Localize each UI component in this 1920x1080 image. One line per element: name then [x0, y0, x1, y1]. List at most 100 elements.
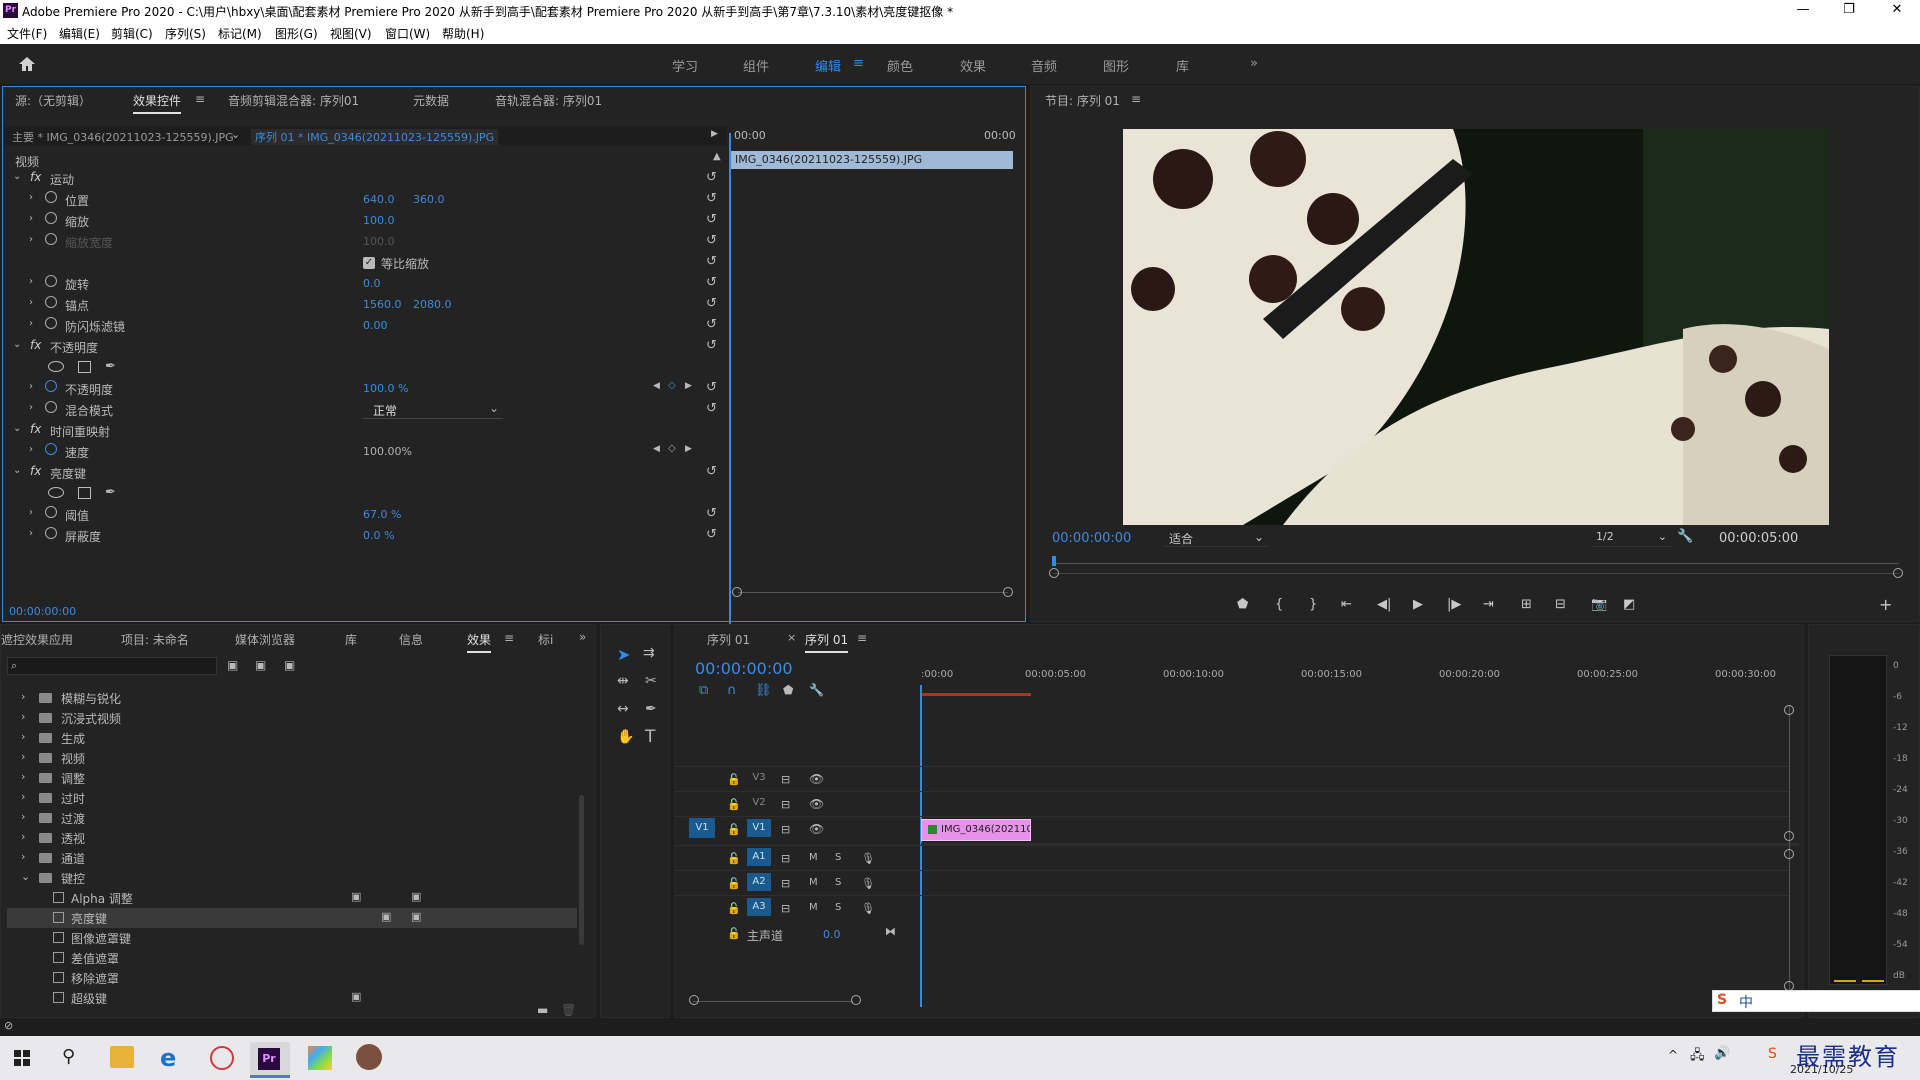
- track-label-a1[interactable]: A1: [747, 848, 771, 866]
- mark-out-icon[interactable]: }: [1309, 597, 1317, 612]
- mini-timeline-ruler[interactable]: 00:00 00:00: [728, 127, 1023, 145]
- menu-marker[interactable]: 标记(M): [218, 25, 262, 42]
- slip-tool-icon[interactable]: ↔: [617, 701, 629, 717]
- workspace-assembly[interactable]: 组件: [743, 56, 769, 75]
- effect-controls-timecode[interactable]: 00:00:00:00: [9, 605, 76, 618]
- vscroll-handle[interactable]: [1784, 849, 1794, 859]
- sync-lock-icon[interactable]: ⊟: [781, 877, 790, 890]
- track-label-v2[interactable]: V2: [747, 794, 771, 812]
- eye-icon[interactable]: 👁: [809, 772, 824, 786]
- stopwatch-icon[interactable]: [45, 317, 57, 329]
- tab-audio-track-mixer[interactable]: 音轨混合器: 序列01: [495, 92, 602, 109]
- reset-icon[interactable]: ↺: [706, 506, 717, 521]
- param-value[interactable]: 100.0 %: [363, 382, 408, 395]
- zoom-handle-left[interactable]: [1049, 568, 1059, 578]
- search-icon[interactable]: ⚲: [62, 1046, 75, 1067]
- windows-start-icon[interactable]: [14, 1050, 30, 1066]
- workspace-libraries[interactable]: 库: [1176, 56, 1189, 75]
- workspace-effects[interactable]: 效果: [960, 56, 986, 75]
- sync-lock-icon[interactable]: ⊟: [781, 852, 790, 865]
- prev-keyframe-icon[interactable]: ◀: [653, 444, 660, 454]
- reset-icon[interactable]: ↺: [706, 296, 717, 311]
- fx-icon[interactable]: fx: [30, 170, 41, 184]
- effect-folder[interactable]: › 模糊与锐化: [1, 688, 571, 708]
- stopwatch-icon[interactable]: [45, 443, 57, 455]
- menu-sequence[interactable]: 序列(S): [165, 25, 206, 42]
- fit-select[interactable]: 适合 ⌄: [1164, 529, 1268, 547]
- minimize-button[interactable]: —: [1780, 0, 1826, 22]
- chevron-down-icon[interactable]: ⌄: [231, 128, 240, 141]
- effect-folder[interactable]: › 透视: [1, 828, 571, 848]
- lock-icon[interactable]: 🔓: [727, 927, 741, 940]
- stopwatch-icon[interactable]: [45, 506, 57, 518]
- avatar[interactable]: [356, 1044, 382, 1070]
- program-video-frame[interactable]: [1123, 129, 1829, 525]
- reset-icon[interactable]: ↺: [706, 401, 717, 416]
- param-value[interactable]: 100.0: [363, 235, 395, 248]
- zoom-handle-left[interactable]: [732, 587, 742, 597]
- gallery-app-icon[interactable]: [308, 1046, 332, 1070]
- tab-project[interactable]: 项目: 未命名: [121, 631, 189, 648]
- param-value[interactable]: 0.00: [363, 319, 388, 332]
- track-label-v3[interactable]: V3: [747, 769, 771, 787]
- tab-menu-icon[interactable]: ≡: [857, 631, 867, 645]
- ellipse-mask-icon[interactable]: [48, 361, 64, 372]
- master-volume-value[interactable]: 0.0: [823, 928, 841, 941]
- prev-keyframe-icon[interactable]: ◀: [653, 381, 660, 391]
- voiceover-mic-icon[interactable]: 🎙: [861, 852, 875, 865]
- timeline-clip[interactable]: IMG_0346(20211023-12: [921, 819, 1031, 841]
- stopwatch-icon[interactable]: [45, 380, 57, 392]
- lock-icon[interactable]: 🔓: [727, 902, 741, 915]
- vscroll-handle[interactable]: [1784, 705, 1794, 715]
- disclosure-icon[interactable]: ⌄: [13, 465, 21, 476]
- home-icon[interactable]: [18, 55, 36, 73]
- razor-tool-icon[interactable]: ✂: [645, 673, 657, 689]
- solo-button[interactable]: S: [835, 902, 841, 913]
- timeline-timecode[interactable]: 00:00:00:00: [695, 659, 793, 678]
- disclosure-icon[interactable]: ›: [29, 507, 33, 518]
- disclosure-icon[interactable]: ›: [29, 402, 33, 413]
- 32bit-effects-icon[interactable]: ▣: [255, 658, 266, 672]
- tab-effect-controls[interactable]: 效果控件: [133, 92, 182, 114]
- disclosure-icon[interactable]: ›: [29, 276, 33, 287]
- effect-folder[interactable]: › 沉浸式视频: [1, 708, 571, 728]
- pen-tool-icon[interactable]: ✒: [645, 701, 657, 717]
- param-value[interactable]: 640.0: [363, 193, 395, 206]
- fx-icon[interactable]: fx: [30, 338, 41, 352]
- go-to-in-icon[interactable]: ⇤: [1341, 597, 1352, 612]
- master-clip-label[interactable]: 主要 * IMG_0346(20211023-125559).JPG: [12, 129, 234, 145]
- work-area-bar[interactable]: [921, 693, 1031, 696]
- pen-mask-icon[interactable]: ✒: [105, 485, 116, 500]
- ripple-edit-tool-icon[interactable]: ⇹: [617, 673, 629, 689]
- premiere-taskbar-item[interactable]: Pr: [250, 1042, 290, 1078]
- tab-menu-icon[interactable]: ≡: [195, 92, 205, 106]
- zoom-handle-left[interactable]: [689, 995, 699, 1005]
- program-menu-icon[interactable]: ≡: [1131, 92, 1141, 106]
- disclosure-icon[interactable]: ›: [29, 213, 33, 224]
- timeline-settings-icon[interactable]: 🔧: [809, 683, 824, 697]
- disclosure-icon[interactable]: ›: [29, 318, 33, 329]
- pen-mask-icon[interactable]: ✒: [105, 359, 116, 374]
- lock-icon[interactable]: 🔓: [727, 852, 741, 865]
- track-label-a2[interactable]: A2: [747, 873, 771, 891]
- sync-lock-icon[interactable]: ⊟: [781, 798, 790, 811]
- program-title[interactable]: 节目: 序列 01: [1045, 92, 1120, 109]
- solo-button[interactable]: S: [835, 877, 841, 888]
- source-patch-v1[interactable]: V1: [689, 818, 715, 838]
- track-label-v1[interactable]: V1: [747, 819, 771, 837]
- sync-lock-icon[interactable]: ⊟: [781, 773, 790, 786]
- effect-folder[interactable]: › 生成: [1, 728, 571, 748]
- next-keyframe-icon[interactable]: ▶: [685, 381, 692, 391]
- delete-icon[interactable]: 🗑: [561, 1003, 576, 1017]
- menu-graphics[interactable]: 图形(G): [275, 25, 318, 42]
- tab-markers[interactable]: 标i: [538, 631, 553, 648]
- close-button[interactable]: ✕: [1874, 0, 1920, 22]
- snap-icon[interactable]: ∩: [727, 683, 737, 698]
- sequence-clip-label[interactable]: 序列 01 * IMG_0346(20211023-125559).JPG: [251, 129, 499, 145]
- disclosure-icon[interactable]: ›: [29, 444, 33, 455]
- mini-playhead[interactable]: [729, 133, 731, 685]
- workspace-color[interactable]: 颜色: [887, 56, 913, 75]
- voiceover-mic-icon[interactable]: 🎙: [861, 902, 875, 915]
- accelerated-effects-icon[interactable]: ▣: [227, 658, 238, 672]
- workspace-editing[interactable]: 编辑: [815, 56, 841, 75]
